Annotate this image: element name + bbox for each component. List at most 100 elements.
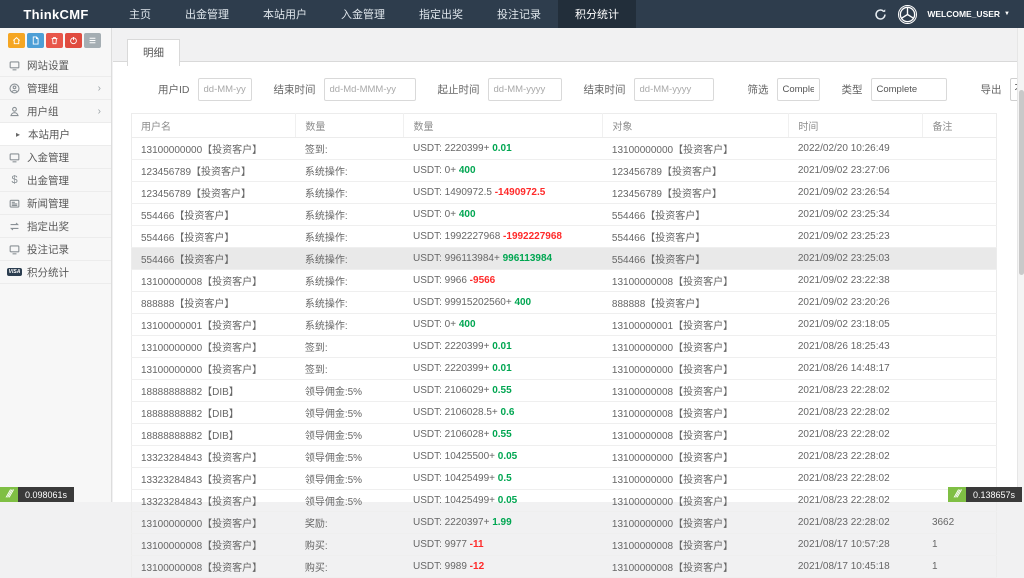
cell-amount: USDT: 2220399+ 0.01	[404, 358, 603, 380]
table-row[interactable]: 18888888882【DIB】领导佣金:5%USDT: 2106028+ 0.…	[132, 424, 997, 446]
sidebar-item-5[interactable]: $出金管理	[0, 169, 111, 192]
nav-item-4[interactable]: 指定出奖	[402, 0, 480, 28]
amount-base: USDT: 10425499+	[413, 473, 495, 484]
cell-action: 领导佣金:5%	[296, 468, 404, 490]
records-table: 用户名数量数量对象时间备注 13100000000【投资客户】签到:USDT: …	[131, 113, 997, 578]
table-row[interactable]: 13100000008【投资客户】系统操作:USDT: 9966 -956613…	[132, 270, 997, 292]
table-row[interactable]: 13323284843【投资客户】领导佣金:5%USDT: 10425499+ …	[132, 468, 997, 490]
cell-note	[923, 358, 997, 380]
sidebar-item-4[interactable]: 入金管理	[0, 146, 111, 169]
cell-username: 13323284843【投资客户】	[132, 468, 296, 490]
power-button[interactable]	[65, 33, 82, 48]
avatar[interactable]	[898, 5, 917, 24]
scrollbar-thumb[interactable]	[1019, 90, 1024, 275]
export-label: 导出	[981, 82, 1002, 97]
user-menu[interactable]: WELCOME_USER ▼	[927, 9, 1010, 19]
visa-icon: VISA	[8, 266, 21, 278]
chevron-down-icon: ▼	[1004, 11, 1010, 17]
amount-delta: -9566	[470, 275, 496, 286]
tab-bar: 明细	[113, 28, 1017, 62]
sidebar-item-6[interactable]: 新闻管理	[0, 192, 111, 215]
table-row[interactable]: 13100000008【投资客户】购买:USDT: 9977 -11131000…	[132, 534, 997, 556]
home-button[interactable]	[8, 33, 25, 48]
user-id-input[interactable]	[198, 78, 252, 101]
amount-delta: 400	[459, 209, 476, 220]
table-row[interactable]: 13100000000【投资客户】签到:USDT: 2220399+ 0.011…	[132, 358, 997, 380]
sidebar-item-2[interactable]: 用户组›	[0, 100, 111, 123]
table-row[interactable]: 123456789【投资客户】系统操作:USDT: 1490972.5 -149…	[132, 182, 997, 204]
end-time2-input[interactable]	[634, 78, 714, 101]
cell-action: 领导佣金:5%	[296, 446, 404, 468]
table-row[interactable]: 13100000000【投资客户】签到:USDT: 2220399+ 0.011…	[132, 336, 997, 358]
monitor-icon	[8, 243, 21, 255]
cell-time: 2021/09/02 23:25:03	[789, 248, 923, 270]
end-time1-input[interactable]	[324, 78, 416, 101]
table-row[interactable]: 18888888882【DIB】领导佣金:5%USDT: 2106029+ 0.…	[132, 380, 997, 402]
cell-amount: USDT: 0+ 400	[404, 204, 603, 226]
nav-item-6[interactable]: 积分统计	[558, 0, 636, 28]
cell-action: 签到:	[296, 336, 404, 358]
table-row[interactable]: 554466【投资客户】系统操作:USDT: 0+ 400554466【投资客户…	[132, 204, 997, 226]
cell-username: 13323284843【投资客户】	[132, 446, 296, 468]
cell-target: 13100000008【投资客户】	[603, 402, 789, 424]
nav-item-5[interactable]: 投注记录	[480, 0, 558, 28]
refresh-icon[interactable]	[872, 6, 888, 22]
table-row[interactable]: 888888【投资客户】系统操作:USDT: 99915202560+ 4008…	[132, 292, 997, 314]
power-icon	[69, 36, 78, 45]
sidebar-item-8[interactable]: 投注记录	[0, 238, 111, 261]
table-row[interactable]: 18888888882【DIB】领导佣金:5%USDT: 2106028.5+ …	[132, 402, 997, 424]
table-row[interactable]: 554466【投资客户】系统操作:USDT: 1992227968 -19922…	[132, 226, 997, 248]
cell-note	[923, 160, 997, 182]
cell-action: 系统操作:	[296, 270, 404, 292]
file-button[interactable]	[27, 33, 44, 48]
nav-item-0[interactable]: 主页	[112, 0, 168, 28]
amount-base: USDT: 0+	[413, 319, 456, 330]
table-row[interactable]: 13100000000【投资客户】签到:USDT: 2220399+ 0.011…	[132, 138, 997, 160]
sidebar-item-1[interactable]: 管理组›	[0, 77, 111, 100]
amount-base: USDT: 9977	[413, 539, 467, 550]
cell-username: 888888【投资客户】	[132, 292, 296, 314]
nav-item-3[interactable]: 入金管理	[324, 0, 402, 28]
table-row[interactable]: 13100000008【投资客户】购买:USDT: 9989 -12131000…	[132, 556, 997, 578]
nav-item-1[interactable]: 出金管理	[168, 0, 246, 28]
type-label: 类型	[842, 82, 863, 97]
nav-item-2[interactable]: 本站用户	[246, 0, 324, 28]
sidebar-item-9[interactable]: VISA 积分统计	[0, 261, 111, 284]
sidebar-item-label: 入金管理	[27, 150, 103, 165]
cell-note: 1	[923, 556, 997, 578]
sidebar-item-3[interactable]: ▸本站用户	[0, 123, 111, 146]
table-row[interactable]: 123456789【投资客户】系统操作:USDT: 0+ 40012345678…	[132, 160, 997, 182]
brand-logo[interactable]: ThinkCMF	[0, 0, 112, 28]
cell-username: 18888888882【DIB】	[132, 380, 296, 402]
perf-badge-left: ⫻ 0.098061s	[0, 487, 74, 502]
end-time2-label: 结束时间	[584, 82, 626, 97]
cell-target: 13100000000【投资客户】	[603, 446, 789, 468]
type-input[interactable]	[871, 78, 947, 101]
cell-target: 13100000000【投资客户】	[603, 512, 789, 534]
table-row[interactable]: 554466【投资客户】系统操作:USDT: 996113984+ 996113…	[132, 248, 997, 270]
sidebar-item-0[interactable]: 网站设置	[0, 54, 111, 77]
table-row[interactable]: 13100000001【投资客户】系统操作:USDT: 0+ 400131000…	[132, 314, 997, 336]
tab-detail[interactable]: 明细	[127, 39, 180, 66]
amount-delta: 400	[514, 297, 531, 308]
cell-username: 18888888882【DIB】	[132, 402, 296, 424]
list-button[interactable]	[84, 33, 101, 48]
table-row[interactable]: 13100000000【投资客户】奖励:USDT: 2220397+ 1.991…	[132, 512, 997, 534]
file-icon	[31, 36, 40, 45]
sidebar-item-label: 管理组	[27, 81, 92, 96]
cell-target: 13100000000【投资客户】	[603, 490, 789, 512]
cell-note	[923, 138, 997, 160]
cell-time: 2021/08/23 22:28:02	[789, 380, 923, 402]
start-time-input[interactable]	[488, 78, 562, 101]
sidebar-item-label: 积分统计	[27, 265, 103, 280]
caret-right-icon: ▸	[14, 128, 22, 140]
sidebar-item-7[interactable]: 指定出奖	[0, 215, 111, 238]
table-row[interactable]: 13323284843【投资客户】领导佣金:5%USDT: 10425500+ …	[132, 446, 997, 468]
table-row[interactable]: 13323284843【投资客户】领导佣金:5%USDT: 10425499+ …	[132, 490, 997, 512]
page-scrollbar[interactable]	[1017, 28, 1024, 502]
cell-username: 554466【投资客户】	[132, 226, 296, 248]
cell-time: 2021/09/02 23:26:54	[789, 182, 923, 204]
filter-input[interactable]	[777, 78, 820, 101]
column-header-1: 数量	[296, 114, 404, 138]
trash-button[interactable]	[46, 33, 63, 48]
